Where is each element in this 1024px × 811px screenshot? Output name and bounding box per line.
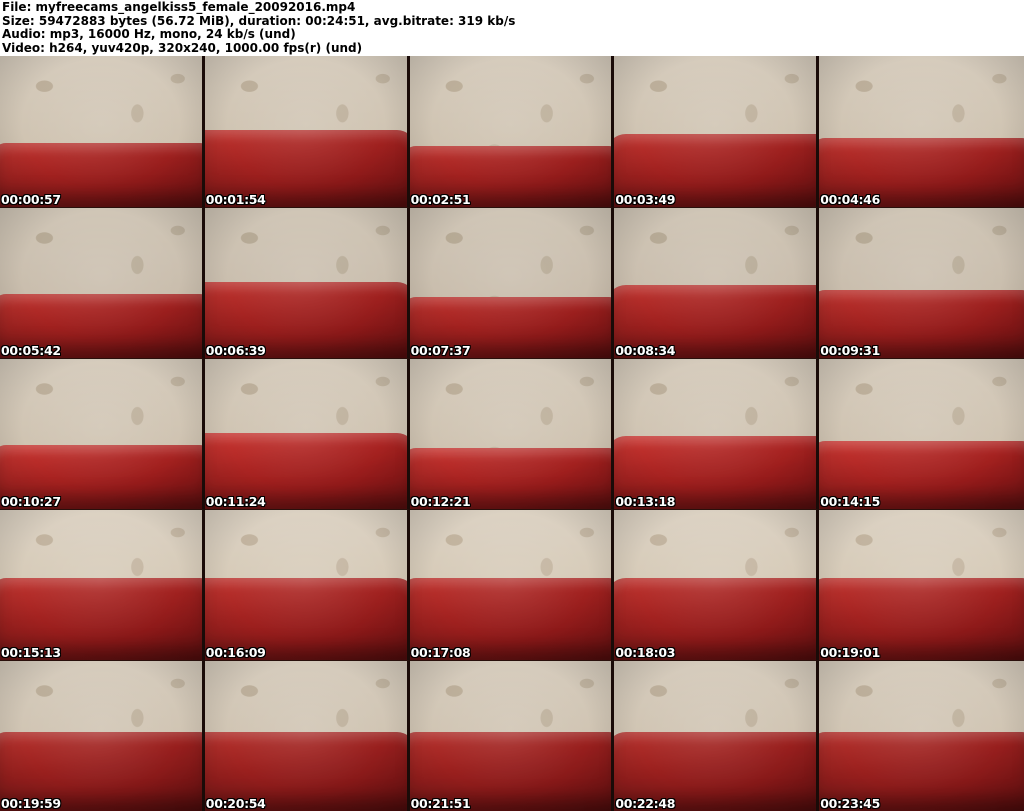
video-thumbnail: 00:20:54 xyxy=(204,660,410,811)
metadata-line-file: File: myfreecams_angelkiss5_female_20092… xyxy=(2,0,356,14)
metadata-line-audio: Audio: mp3, 16000 Hz, mono, 24 kb/s (und… xyxy=(2,27,296,41)
timestamp-overlay: 00:15:13 xyxy=(1,645,61,660)
timestamp-overlay: 00:06:39 xyxy=(205,343,266,358)
video-thumbnail: 00:02:51 xyxy=(409,56,615,207)
timestamp-overlay: 00:14:15 xyxy=(820,494,880,509)
timestamp-overlay: 00:22:48 xyxy=(615,796,676,811)
timestamp-overlay: 00:19:59 xyxy=(1,796,61,811)
timestamp-overlay: 00:09:31 xyxy=(820,343,880,358)
timestamp-overlay: 00:16:09 xyxy=(205,645,266,660)
video-thumbnail: 00:11:24 xyxy=(204,358,410,509)
video-thumbnail: 00:04:46 xyxy=(819,56,1024,207)
video-thumbnail: 00:08:34 xyxy=(614,207,820,358)
timestamp-overlay: 00:04:46 xyxy=(820,192,880,207)
timestamp-overlay: 00:05:42 xyxy=(1,343,61,358)
video-thumbnail: 00:21:51 xyxy=(409,660,615,811)
video-thumbnail: 00:23:45 xyxy=(819,660,1024,811)
metadata-line-size: Size: 59472883 bytes (56.72 MiB), durati… xyxy=(2,13,516,28)
video-thumbnail: 00:18:03 xyxy=(614,509,820,660)
video-thumbnail: 00:12:21 xyxy=(409,358,615,509)
metadata-line-video: Video: h264, yuv420p, 320x240, 1000.00 f… xyxy=(2,40,363,55)
video-thumbnail: 00:03:49 xyxy=(614,56,820,207)
timestamp-overlay: 00:08:34 xyxy=(615,343,676,358)
video-thumbnail: 00:22:48 xyxy=(614,660,820,811)
timestamp-overlay: 00:12:21 xyxy=(410,494,471,509)
thumbnail-grid: 00:00:57 00:01:54 00:02:51 00:03:49 00:0… xyxy=(0,56,1024,811)
timestamp-overlay: 00:01:54 xyxy=(205,192,266,207)
video-thumbnail: 00:01:54 xyxy=(204,56,410,207)
timestamp-overlay: 00:13:18 xyxy=(615,494,676,509)
timestamp-overlay: 00:19:01 xyxy=(820,645,880,660)
video-thumbnail: 00:19:01 xyxy=(819,509,1024,660)
timestamp-overlay: 00:23:45 xyxy=(820,796,880,811)
timestamp-overlay: 00:02:51 xyxy=(410,192,471,207)
timestamp-overlay: 00:11:24 xyxy=(205,494,266,509)
timestamp-overlay: 00:18:03 xyxy=(615,645,676,660)
timestamp-overlay: 00:03:49 xyxy=(615,192,676,207)
timestamp-overlay: 00:00:57 xyxy=(1,192,61,207)
video-thumbnail: 00:09:31 xyxy=(819,207,1024,358)
video-thumbnail: 00:07:37 xyxy=(409,207,615,358)
video-thumbnail: 00:17:08 xyxy=(409,509,615,660)
timestamp-overlay: 00:07:37 xyxy=(410,343,471,358)
video-thumbnail: 00:05:42 xyxy=(0,207,205,358)
video-thumbnail: 00:14:15 xyxy=(819,358,1024,509)
timestamp-overlay: 00:20:54 xyxy=(205,796,266,811)
video-thumbnail: 00:15:13 xyxy=(0,509,205,660)
video-thumbnail: 00:06:39 xyxy=(204,207,410,358)
video-thumbnail: 00:10:27 xyxy=(0,358,205,509)
video-thumbnail: 00:00:57 xyxy=(0,56,205,207)
timestamp-overlay: 00:10:27 xyxy=(1,494,61,509)
video-thumbnail: 00:19:59 xyxy=(0,660,205,811)
timestamp-overlay: 00:21:51 xyxy=(410,796,471,811)
video-thumbnail: 00:13:18 xyxy=(614,358,820,509)
video-thumbnail: 00:16:09 xyxy=(204,509,410,660)
timestamp-overlay: 00:17:08 xyxy=(410,645,471,660)
file-metadata-header: File: myfreecams_angelkiss5_female_20092… xyxy=(0,0,1024,56)
